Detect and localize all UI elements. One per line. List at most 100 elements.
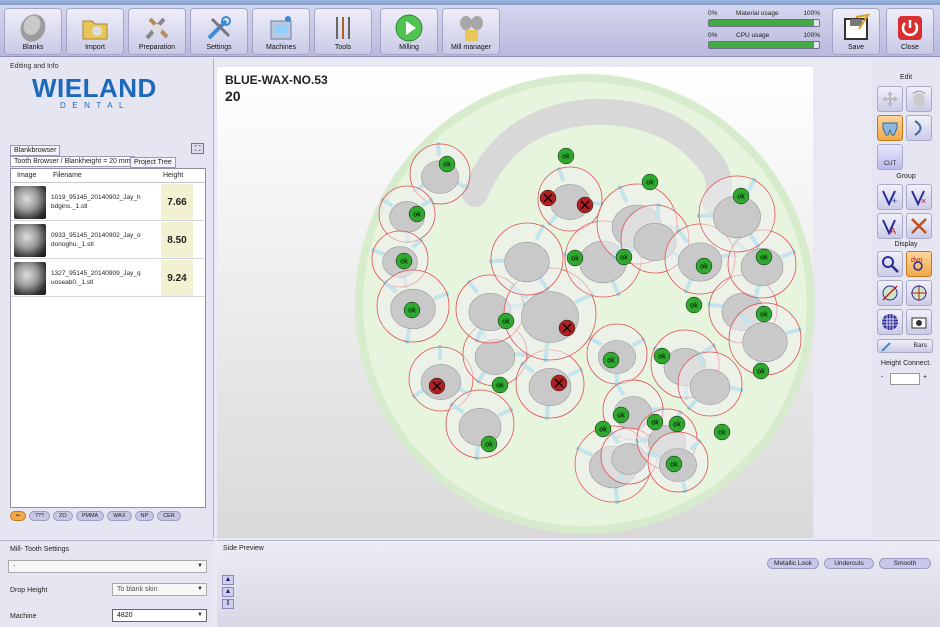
mill-settings-title: Mill- Tooth Settings <box>10 546 70 553</box>
svg-text:ok: ok <box>760 255 768 262</box>
grid-button[interactable] <box>877 309 903 335</box>
column-filename: Filename <box>53 172 82 179</box>
ok-badge: ok <box>668 415 686 433</box>
filter-np[interactable]: NP <box>134 511 155 521</box>
tooth-select-button[interactable] <box>877 115 903 141</box>
ok-badge: ok <box>755 305 773 323</box>
usage-panel: 0% Material usage 100% 0% CPU usage 100% <box>708 10 820 54</box>
tooth-body <box>742 321 788 363</box>
metallic-look-button[interactable]: Metallic Look <box>767 558 819 569</box>
bars-button[interactable]: Bars <box>877 339 933 353</box>
ok-badge: ok <box>408 205 426 223</box>
milling-play-icon <box>395 14 423 42</box>
ok-badge: ok <box>403 301 421 319</box>
ok-badge: ok <box>732 187 750 205</box>
group-clear-button[interactable] <box>906 213 932 239</box>
tooth-outline[interactable] <box>515 349 585 420</box>
fail-badge <box>576 196 594 214</box>
rotate-button[interactable] <box>906 86 932 112</box>
center-view-icon <box>911 285 927 301</box>
editing-info-panel: Editing and Info WIELAND DENTAL Blankbro… <box>0 58 214 538</box>
filter-wax[interactable]: WAX <box>107 511 132 521</box>
ok-badge: ok <box>594 420 612 438</box>
group-all-button[interactable]: A <box>877 213 903 239</box>
bars-wrench-icon <box>881 342 891 352</box>
settings-button[interactable]: Settings <box>190 8 248 55</box>
expand-icon[interactable]: ⛶ <box>191 143 204 154</box>
import-button[interactable]: Import <box>66 8 124 55</box>
view-center-button[interactable]: ⇕ <box>222 599 234 609</box>
table-row[interactable]: 0933_95145_20140902_Jay_o donoghu._1.stl… <box>11 222 205 259</box>
camera-button[interactable] <box>906 309 932 335</box>
bracket-button[interactable] <box>906 115 932 141</box>
svg-text:ok: ok <box>413 212 421 219</box>
tooth-outline[interactable] <box>677 351 744 417</box>
ok-badge: ok <box>602 351 620 369</box>
ok-badge: ok <box>752 362 770 380</box>
mill-manager-button[interactable]: Mill manager <box>442 8 500 55</box>
filter-all[interactable]: •• <box>10 511 26 521</box>
machine-label: Machine <box>10 613 37 620</box>
undercuts-button[interactable]: Undercuts <box>824 558 874 569</box>
machines-button[interactable]: Machines <box>252 8 310 55</box>
svg-text:ok: ok <box>718 430 726 437</box>
material-usage: 0% Material usage 100% <box>708 10 820 32</box>
save-button[interactable]: Save <box>832 8 880 55</box>
machine-select[interactable]: 4820 ▼ <box>112 609 207 622</box>
tooth-thumbnail <box>14 262 46 295</box>
smooth-button[interactable]: Smooth <box>879 558 931 569</box>
svg-text:ok: ok <box>757 369 765 376</box>
tooth-outline[interactable] <box>445 389 515 460</box>
milling-button[interactable]: Milling <box>380 8 438 55</box>
center-view-button[interactable] <box>906 280 932 306</box>
filter-pmma[interactable]: PMMA <box>75 511 105 521</box>
blank-disc[interactable]: ok ok ok ok ok ok ok ok ok ok ok ok ok ok ok ok ok ok ok ok… <box>355 74 815 534</box>
table-row[interactable]: 1327_95145_20140909_Jay_q uoseab0._1.stl… <box>11 260 205 297</box>
tab-blankbrowser[interactable]: Blankbrowser <box>10 145 61 156</box>
ok-badge: ok <box>497 312 515 330</box>
tools-button[interactable]: Tools <box>314 8 372 55</box>
filter-cer[interactable]: CER <box>157 511 181 521</box>
ok-badge: ok <box>615 248 633 266</box>
machines-label: Machines <box>266 44 296 51</box>
disc-drawing: ok ok ok ok ok ok ok ok ok ok ok ok ok ok ok ok ok ok ok ok… <box>371 98 802 504</box>
section-view-button[interactable] <box>877 280 903 306</box>
table-row[interactable]: 1019_95145_20140902_Jay_h bdgins._1.stl … <box>11 184 205 221</box>
close-label: Close <box>901 44 919 51</box>
tab-project-tree[interactable]: Project Tree <box>130 157 176 168</box>
group-remove-button[interactable]: × <box>906 184 932 210</box>
machines-icon <box>270 16 292 40</box>
nesting-view[interactable]: BLUE-WAX-NO.53 20 ok ok ok ok ok ok ok ok ok ok ok… <box>217 67 815 538</box>
arrow-up-icon: ▲ <box>224 588 232 595</box>
height-connect-input[interactable] <box>890 373 920 385</box>
stepper-minus[interactable]: - <box>881 374 883 381</box>
zoom-button[interactable] <box>877 251 903 277</box>
cut-button[interactable]: CUT <box>877 144 903 170</box>
material-usage-bar <box>708 19 820 27</box>
close-button[interactable]: Close <box>886 8 934 55</box>
stepper-plus[interactable]: + <box>923 374 927 381</box>
material-usage-max: 100% <box>803 10 820 17</box>
svg-text:ok: ok <box>646 180 654 187</box>
height-connect-stepper[interactable]: - + <box>881 373 929 385</box>
blanks-button[interactable]: Blanks <box>4 8 62 55</box>
bars-label: Bars <box>913 342 927 349</box>
view-up-button[interactable]: ▲ <box>222 575 234 585</box>
svg-text:ok: ok <box>670 462 678 469</box>
dynamic-zoom-button[interactable]: dyn <box>906 251 932 277</box>
tab-tooth-browser[interactable]: Tooth Browser / Blankheight = 20 mm <box>10 156 135 167</box>
preparation-button[interactable]: Preparation <box>128 8 186 55</box>
drop-height-select[interactable]: To blank skin ▼ <box>112 583 207 596</box>
ok-badge: ok <box>665 455 683 473</box>
ok-badge: ok <box>713 423 731 441</box>
filter-unknown[interactable]: ??? <box>28 511 51 521</box>
view-up-small-button[interactable]: ▲ <box>222 587 234 597</box>
group-add-button[interactable]: + <box>877 184 903 210</box>
move-button[interactable] <box>877 86 903 112</box>
preparation-tools-icon <box>145 17 169 40</box>
material-usage-label: Material usage <box>736 10 779 17</box>
fail-badge <box>558 319 576 337</box>
mill-settings-select[interactable]: - ▼ <box>8 560 207 573</box>
filter-zo[interactable]: ZO <box>53 511 73 521</box>
svg-text:+: + <box>892 196 897 206</box>
